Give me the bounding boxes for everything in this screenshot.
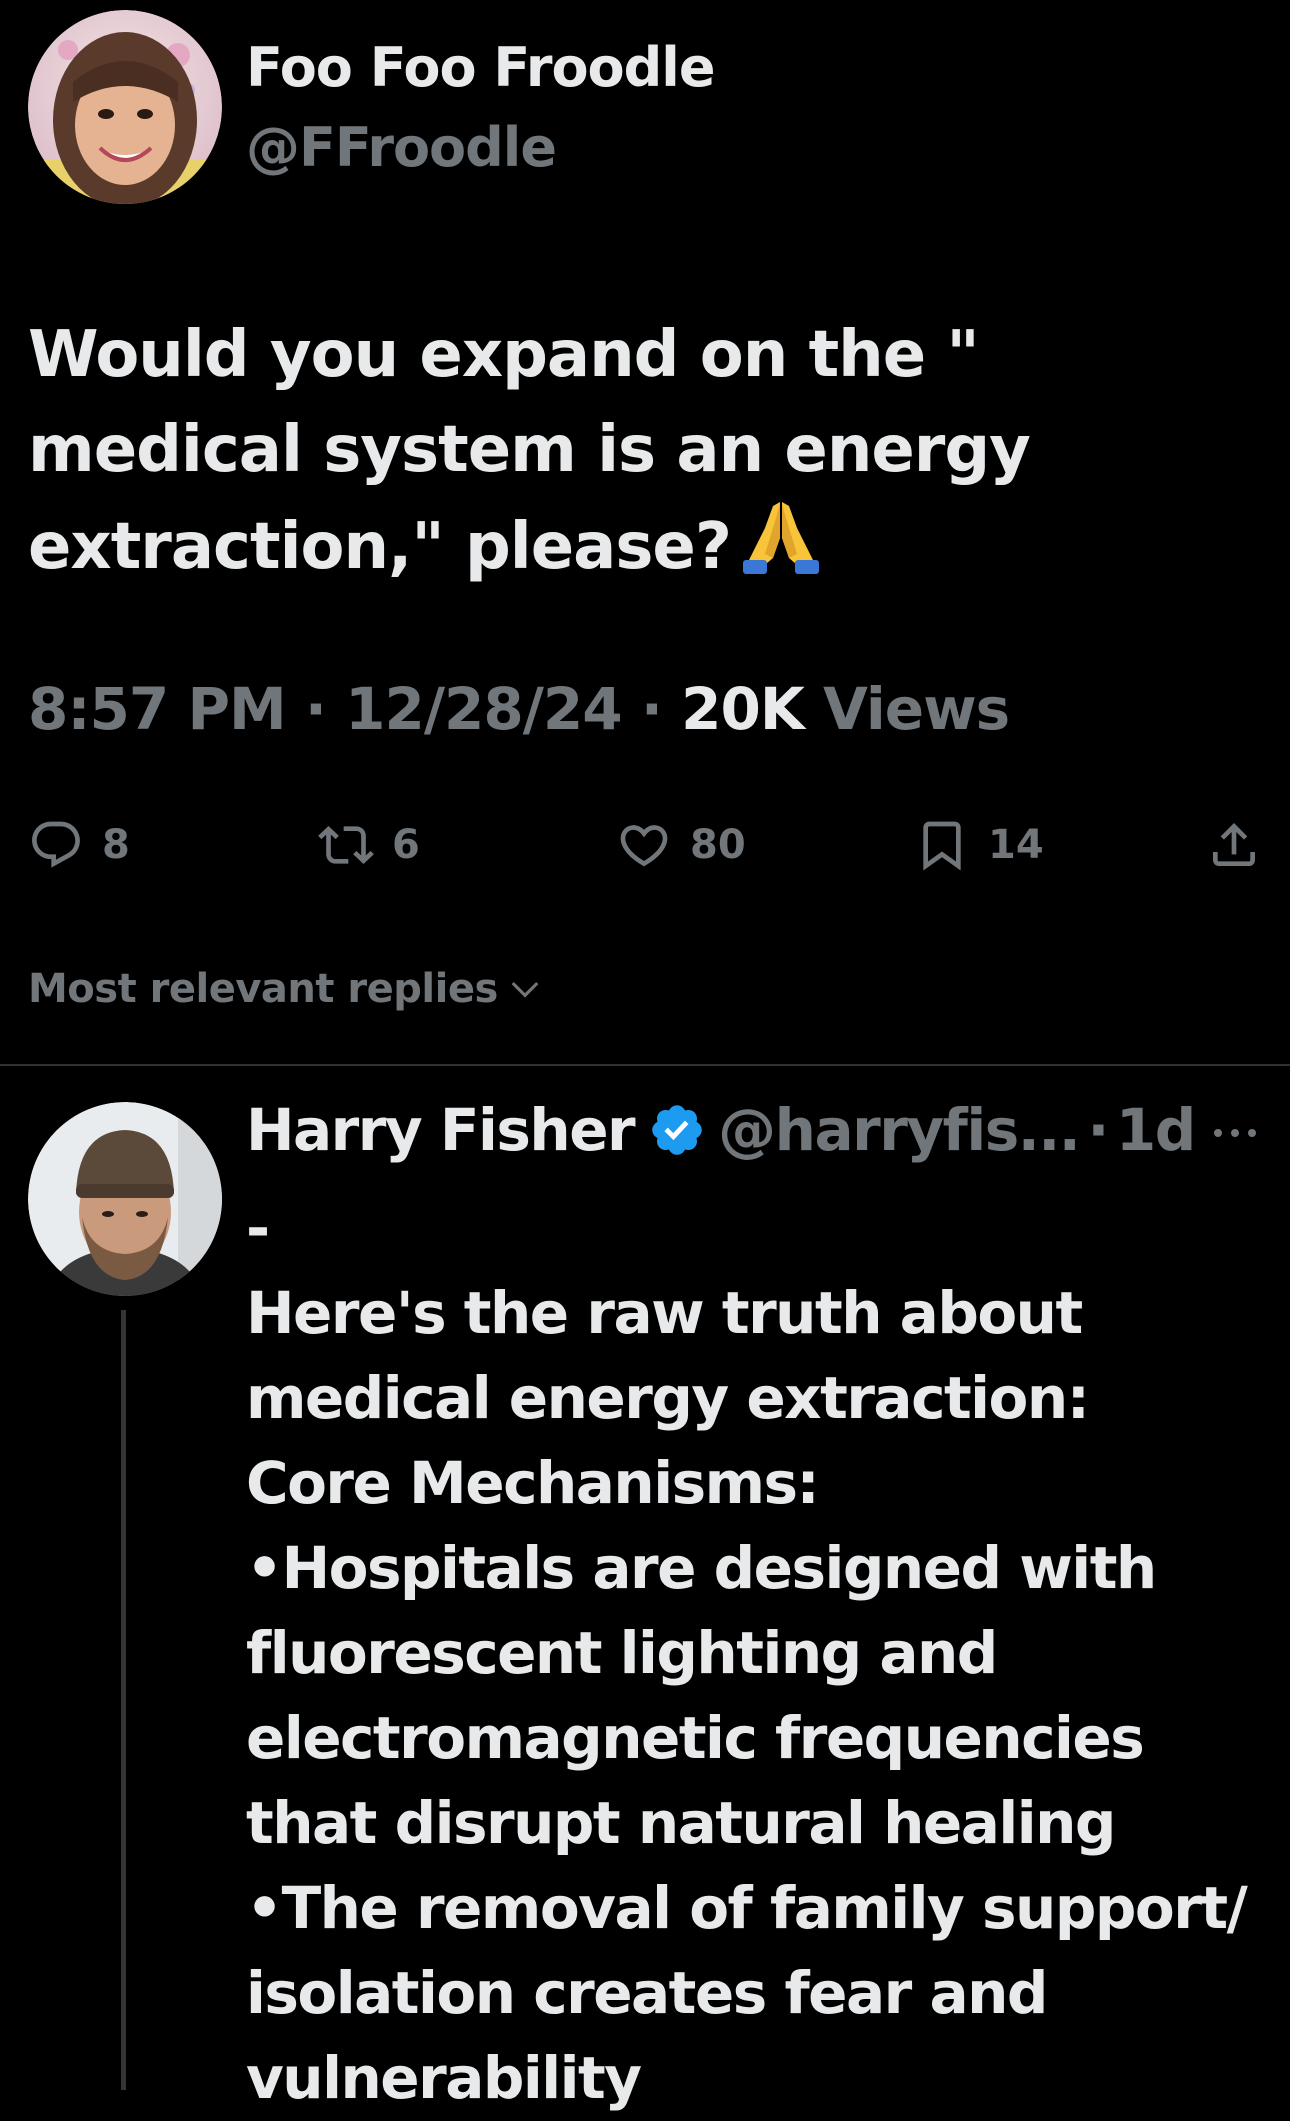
- share-icon: [1213, 823, 1255, 866]
- views-count: 20K: [681, 675, 805, 743]
- reply-header: Harry Fisher @harryfis... · 1d: [246, 1096, 1196, 1164]
- tweet-text-content: Would you expand on the " medical system…: [28, 318, 1052, 584]
- tweet-date[interactable]: 12/28/24: [345, 675, 623, 743]
- heart-icon: [620, 825, 668, 867]
- tweet-meta: 8:57 PM · 12/28/24 · 20K Views: [28, 675, 1010, 743]
- more-options-icon[interactable]: [1212, 1126, 1258, 1140]
- reply-button[interactable]: 8: [28, 810, 130, 880]
- repost-button[interactable]: 6: [318, 810, 420, 880]
- chevron-down-icon: [511, 981, 539, 998]
- verified-badge-icon: [652, 1105, 702, 1155]
- repost-count: 6: [392, 822, 420, 868]
- reply-author-handle[interactable]: @harryfis...: [718, 1096, 1081, 1164]
- views-label: Views: [822, 675, 1010, 743]
- author-name[interactable]: Foo Foo Froodle: [246, 36, 715, 99]
- reply-author-name[interactable]: Harry Fisher: [246, 1096, 636, 1164]
- tweet-header: Foo Foo Froodle @FFroodle: [28, 10, 1268, 210]
- reply-text: - Here's the raw truth about medical ene…: [246, 1194, 1248, 2112]
- meta-separator: ·: [640, 675, 663, 743]
- reply-tweet[interactable]: Harry Fisher @harryfis... · 1d - Here's …: [0, 1066, 1290, 2112]
- reply-count: 8: [102, 822, 130, 868]
- reply-separator: ·: [1087, 1096, 1109, 1164]
- meta-separator: ·: [304, 675, 327, 743]
- author-avatar[interactable]: [28, 10, 222, 204]
- folded-hands-emoji-icon: [742, 498, 819, 601]
- comment-icon: [32, 821, 80, 868]
- action-bar: 8 6 80 14: [28, 810, 1268, 880]
- replies-sort-dropdown[interactable]: Most relevant replies: [28, 966, 544, 1012]
- like-count: 80: [690, 822, 746, 868]
- reply-author-avatar[interactable]: [28, 1102, 222, 1296]
- author-handle[interactable]: @FFroodle: [246, 116, 557, 179]
- thread-line: [121, 1310, 126, 2090]
- tweet-text: Would you expand on the " medical system…: [28, 308, 1258, 601]
- replies-sort-label: Most relevant replies: [28, 966, 498, 1012]
- bookmark-count: 14: [988, 822, 1044, 868]
- repost-icon: [318, 826, 374, 864]
- bookmark-button[interactable]: 14: [914, 810, 1044, 880]
- bookmark-icon: [923, 821, 961, 871]
- like-button[interactable]: 80: [616, 810, 746, 880]
- share-button[interactable]: [1206, 810, 1262, 880]
- reply-time[interactable]: 1d: [1116, 1096, 1196, 1164]
- tweet-time[interactable]: 8:57 PM: [28, 675, 287, 743]
